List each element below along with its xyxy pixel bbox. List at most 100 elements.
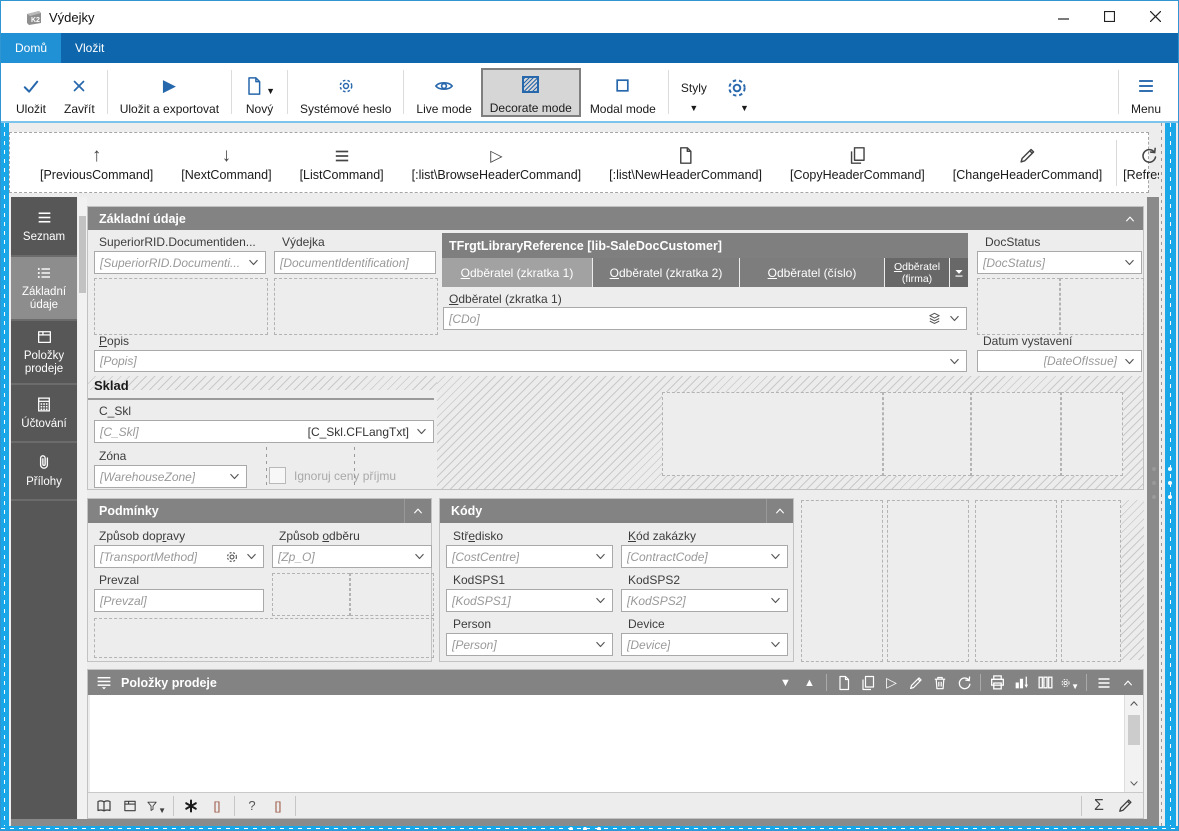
- grid-scrollbar[interactable]: [1124, 695, 1143, 792]
- chevron-down-icon[interactable]: [1123, 355, 1136, 368]
- docstatus-combobox[interactable]: [DocStatus]: [977, 251, 1142, 274]
- collapse-button[interactable]: [404, 499, 431, 523]
- chevron-down-icon[interactable]: [769, 550, 782, 563]
- vydejka-input[interactable]: [DocumentIdentification]: [274, 251, 436, 274]
- designer-bottom-edge[interactable]: [1, 826, 1179, 831]
- copy-header-command-button[interactable]: [CopyHeaderCommand]: [776, 144, 939, 182]
- resize-handle[interactable]: [1152, 467, 1156, 471]
- chevron-down-icon[interactable]: [594, 638, 607, 651]
- chevron-down-icon[interactable]: [1123, 256, 1136, 269]
- chevron-down-icon[interactable]: [948, 312, 961, 325]
- items-grid[interactable]: [90, 695, 1124, 792]
- delete-item-icon[interactable]: [930, 673, 949, 692]
- sidebar-item-uctovani[interactable]: Účtování: [11, 385, 77, 443]
- new-header-command-button[interactable]: [:list\NewHeaderCommand]: [595, 144, 776, 182]
- decorate-mode-button[interactable]: Decorate mode: [481, 68, 581, 117]
- sidebar-item-polozky-prodeje[interactable]: Položky prodeje: [11, 321, 77, 385]
- chevron-down-icon[interactable]: [228, 470, 241, 483]
- section-header-polozky[interactable]: Položky prodeje ▼ ▲ ▷ ▼: [88, 670, 1143, 695]
- resize-handle[interactable]: [1152, 495, 1156, 499]
- zpusob-odberu-combobox[interactable]: [Zp_O]: [272, 545, 432, 568]
- save-export-button[interactable]: ▶ Uložit a exportovat: [111, 69, 228, 116]
- sum-icon[interactable]: Σ: [1089, 795, 1109, 817]
- asterisk-icon[interactable]: [181, 795, 201, 817]
- settings-dropdown-button[interactable]: ▼: [716, 71, 758, 113]
- resize-handle[interactable]: [1168, 495, 1172, 499]
- designer-left-edge[interactable]: [1, 123, 9, 831]
- modal-mode-button[interactable]: Modal mode: [581, 69, 665, 116]
- device-combobox[interactable]: [Device]: [621, 633, 788, 656]
- sidebar-item-prilohy[interactable]: Přílohy: [11, 443, 77, 501]
- layers-icon[interactable]: [927, 311, 942, 326]
- tab-domu[interactable]: Domů: [1, 33, 61, 63]
- ignoruj-ceny-checkbox[interactable]: [269, 467, 286, 484]
- zpusob-dopravy-combobox[interactable]: [TransportMethod]: [94, 545, 264, 568]
- chevron-down-icon[interactable]: [245, 550, 258, 563]
- close-button[interactable]: [1132, 1, 1178, 32]
- resize-handle[interactable]: [1152, 481, 1156, 485]
- tabs-dropdown-button[interactable]: [950, 258, 968, 287]
- chevron-down-icon[interactable]: [413, 550, 426, 563]
- resize-handle[interactable]: [569, 827, 573, 831]
- new-button[interactable]: ▼ Nový: [235, 69, 284, 116]
- sidebar-item-zakladni-udaje[interactable]: Základní údaje: [11, 257, 77, 321]
- sidebar-item-seznam[interactable]: Seznam: [11, 197, 77, 257]
- section-header-podminky[interactable]: Podmínky: [88, 499, 431, 523]
- chevron-down-icon[interactable]: [769, 594, 782, 607]
- resize-handle[interactable]: [1168, 467, 1172, 471]
- system-password-button[interactable]: Systémové heslo: [291, 69, 400, 116]
- cskl-combobox[interactable]: [C_Skl] [C_Skl.CFLangTxt]: [94, 420, 434, 443]
- kodsps1-combobox[interactable]: [KodSPS1]: [446, 589, 613, 612]
- chevron-down-icon[interactable]: [415, 425, 428, 438]
- tab-odberatel-cislo[interactable]: Odběratel (číslo): [740, 258, 884, 287]
- zona-combobox[interactable]: [WarehouseZone]: [94, 465, 247, 488]
- person-combobox[interactable]: [Person]: [446, 633, 613, 656]
- edit-pencil-icon[interactable]: [1115, 795, 1135, 817]
- section-header-zakladni[interactable]: Základní údaje: [88, 207, 1143, 230]
- collapse-button[interactable]: [1117, 207, 1143, 230]
- scroll-down-icon[interactable]: [1128, 778, 1140, 789]
- browse-item-icon[interactable]: ▷: [882, 673, 901, 692]
- collapse-section-icon[interactable]: [1118, 673, 1137, 692]
- filter-icon[interactable]: ▼: [146, 795, 166, 817]
- close-doc-button[interactable]: Zavřít: [55, 69, 104, 116]
- designer-right-edge[interactable]: [1165, 123, 1176, 831]
- superior-rid-combobox[interactable]: [SuperiorRID.Documenti...: [94, 251, 266, 274]
- list-command-button[interactable]: [ListCommand]: [286, 144, 398, 182]
- new-item-icon[interactable]: [834, 673, 853, 692]
- grid-scrollbar-thumb[interactable]: [1128, 715, 1140, 745]
- tab-odberatel-zkratka1[interactable]: Odběratel (zkratka 1): [442, 258, 592, 287]
- gear-icon[interactable]: [225, 550, 239, 564]
- items-menu-icon[interactable]: [95, 674, 113, 691]
- copy-item-icon[interactable]: [858, 673, 877, 692]
- tab-odberatel-zkratka2[interactable]: Odběratel (zkratka 2): [593, 258, 739, 287]
- save-button[interactable]: Uložit: [7, 69, 55, 116]
- browse-header-command-button[interactable]: ▷ [:list\BrowseHeaderCommand]: [398, 144, 596, 182]
- grid-settings-gear-icon[interactable]: ▼: [1060, 673, 1079, 692]
- book-view-icon[interactable]: [94, 795, 114, 817]
- chevron-down-icon[interactable]: [769, 638, 782, 651]
- odberatel-combobox[interactable]: [CDo]: [443, 307, 967, 330]
- tab-vlozit[interactable]: Vložit: [61, 33, 118, 63]
- kod-zakazky-combobox[interactable]: [ContractCode]: [621, 545, 788, 568]
- chevron-down-icon[interactable]: [594, 594, 607, 607]
- form-scrollbar-thumb[interactable]: [79, 216, 86, 293]
- scroll-up-icon[interactable]: [1128, 698, 1140, 709]
- chevron-down-icon[interactable]: [948, 355, 961, 368]
- next-command-button[interactable]: ↓ [NextCommand]: [167, 144, 285, 182]
- chevron-down-icon[interactable]: [247, 256, 260, 269]
- popis-combobox[interactable]: [Popis]: [94, 350, 967, 372]
- chart-icon[interactable]: [1012, 673, 1031, 692]
- edit-item-icon[interactable]: [906, 673, 925, 692]
- columns-icon[interactable]: [1036, 673, 1055, 692]
- change-header-command-button[interactable]: [ChangeHeaderCommand]: [939, 144, 1116, 182]
- refresh-items-icon[interactable]: [954, 673, 973, 692]
- tab-odberatel-firma[interactable]: Odběratel(firma): [885, 258, 949, 287]
- previous-command-button[interactable]: ↑ [PreviousCommand]: [26, 144, 167, 182]
- styles-button[interactable]: Styly ▼: [672, 71, 716, 113]
- resize-handle[interactable]: [583, 827, 587, 831]
- kodsps2-combobox[interactable]: [KodSPS2]: [621, 589, 788, 612]
- live-mode-button[interactable]: Live mode: [407, 69, 480, 116]
- menu-button[interactable]: Menu: [1122, 69, 1170, 116]
- collapse-button[interactable]: [766, 499, 793, 523]
